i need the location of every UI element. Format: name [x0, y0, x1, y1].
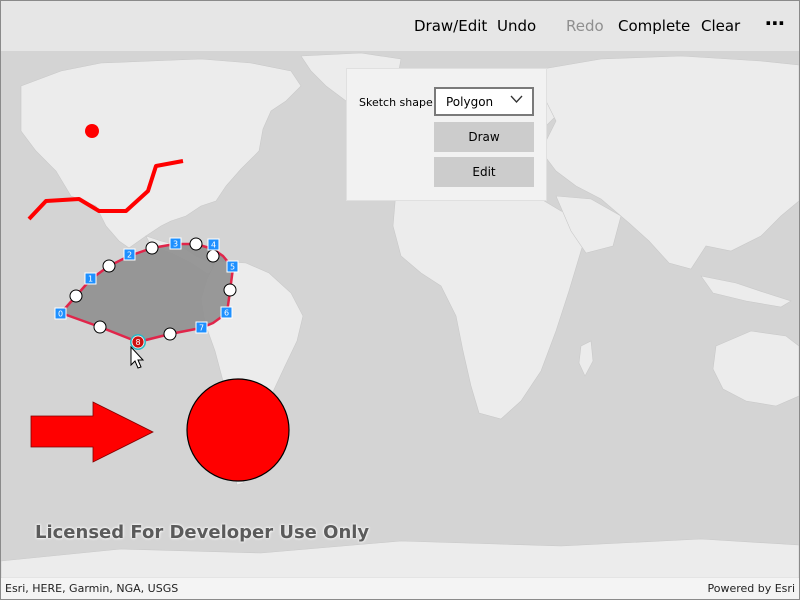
chevron-down-icon [510, 95, 523, 103]
command-bar: Draw/Edit Undo Redo Complete Clear ⋯ [1, 1, 799, 51]
redo-button[interactable]: Redo [566, 16, 604, 36]
sketch-options-panel: Sketch shape: Polygon Draw Edit [346, 68, 547, 201]
attribution-sources[interactable]: Esri, HERE, Garmin, NGA, USGS [5, 582, 178, 595]
vertex-label: 8 [135, 338, 140, 347]
vertex-3[interactable]: 3 [169, 237, 182, 250]
clear-button[interactable]: Clear [701, 16, 740, 36]
undo-button[interactable]: Undo [497, 16, 536, 36]
vertex-6[interactable]: 6 [220, 306, 233, 319]
midpoint-handle[interactable] [206, 249, 220, 263]
vertex-label: 5 [230, 263, 235, 272]
vertex-label: 0 [58, 310, 63, 319]
vertex-0[interactable]: 0 [54, 307, 67, 320]
midpoint-handle[interactable] [69, 289, 83, 303]
midpoint-handle[interactable] [102, 259, 116, 273]
vertex-4[interactable]: 4 [207, 238, 220, 251]
powered-by-esri: Powered by Esri [707, 582, 795, 595]
vertex-5[interactable]: 5 [226, 260, 239, 273]
license-watermark: Licensed For Developer Use Only [35, 522, 370, 543]
more-options-icon[interactable]: ⋯ [765, 13, 785, 33]
midpoint-handle[interactable] [189, 237, 203, 251]
app-window: 0 1 2 3 4 5 6 7 8 Draw/Edit Undo Redo Co… [0, 0, 800, 600]
midpoint-handle[interactable] [93, 320, 107, 334]
sketch-shape-dropdown[interactable]: Polygon [434, 87, 534, 116]
vertex-1[interactable]: 1 [84, 272, 97, 285]
draw-button[interactable]: Draw [434, 122, 534, 152]
vertex-7[interactable]: 7 [195, 321, 208, 334]
vertex-8-selected[interactable]: 8 [130, 334, 146, 350]
sketch-shape-label: Sketch shape: [359, 96, 437, 109]
complete-button[interactable]: Complete [618, 16, 690, 36]
circle-graphic[interactable] [186, 378, 290, 482]
vertex-2[interactable]: 2 [123, 248, 136, 261]
midpoint-handle[interactable] [223, 283, 237, 297]
midpoint-handle[interactable] [145, 241, 159, 255]
vertex-label: 6 [224, 309, 229, 318]
point-graphic[interactable] [85, 124, 99, 138]
vertex-label: 7 [199, 324, 204, 333]
attribution-bar: Esri, HERE, Garmin, NGA, USGS Powered by… [1, 578, 799, 599]
vertex-label: 4 [211, 241, 216, 250]
vertex-label: 2 [127, 251, 132, 260]
draw-edit-button[interactable]: Draw/Edit [414, 16, 487, 36]
midpoint-handle[interactable] [163, 327, 177, 341]
edit-button[interactable]: Edit [434, 157, 534, 187]
vertex-label: 3 [173, 240, 178, 249]
sketch-shape-value: Polygon [446, 95, 494, 109]
vertex-label: 1 [88, 275, 93, 284]
